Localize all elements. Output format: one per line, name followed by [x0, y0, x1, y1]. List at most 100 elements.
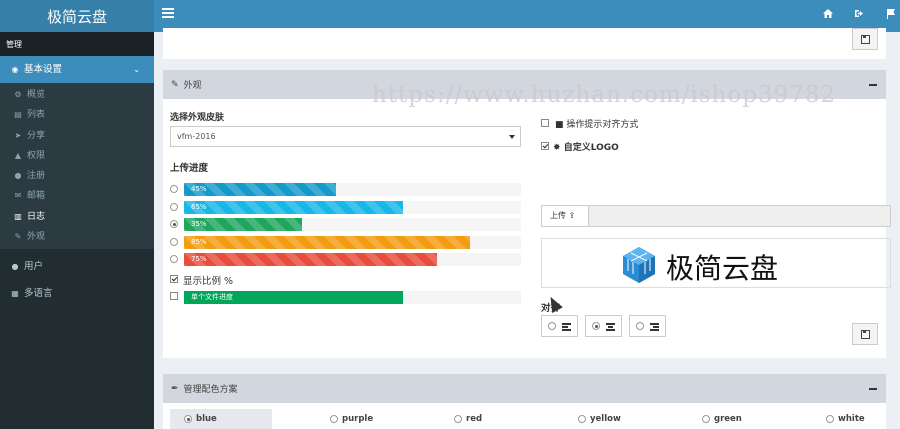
progress-bar: 65%: [184, 200, 404, 214]
show-percent-label: 显示比例 %: [183, 276, 234, 287]
floppy-icon: [860, 34, 870, 44]
save-button[interactable]: [852, 28, 878, 50]
align-center-option[interactable]: [585, 315, 622, 337]
skin-select-value: vfm-2016: [177, 132, 216, 141]
skin-label: 选择外观皮肤: [170, 113, 225, 123]
sidebar-item-label: 日志: [27, 211, 46, 222]
align-right-option[interactable]: [629, 315, 666, 337]
progress-track: 35%: [184, 218, 521, 231]
sidebar-item-share[interactable]: ➤ 分享: [0, 126, 154, 146]
progress-track: 85%: [184, 235, 521, 249]
align-center-radio[interactable]: [592, 322, 600, 330]
menu-toggle-icon[interactable]: [162, 8, 174, 20]
custom-logo-checkbox[interactable]: [541, 142, 549, 150]
color-option-radio[interactable]: [184, 415, 192, 423]
custom-logo-label: 自定义LOGO: [563, 143, 619, 153]
align-right-radio[interactable]: [636, 322, 644, 330]
home-icon[interactable]: [821, 9, 835, 23]
sidebar-item-label: 邮箱: [27, 191, 46, 202]
progress-bar-label: 85%: [191, 237, 207, 246]
sidebar-item-log[interactable]: ▥ 日志: [0, 207, 154, 227]
tooltip-align-row: ■ 操作提示对齐方式: [555, 117, 638, 130]
align-center-icon: [606, 323, 615, 332]
flag-icon[interactable]: [884, 9, 898, 23]
tooltip-align-checkbox[interactable]: [541, 119, 549, 127]
logo-preview: 极简云盘: [541, 238, 891, 288]
box-title: 外观: [183, 81, 202, 91]
sign-out-icon[interactable]: [853, 9, 867, 23]
color-option-red[interactable]: red: [418, 409, 508, 429]
caret-down-icon: [509, 135, 515, 139]
previous-settings-box: [163, 28, 886, 59]
sidebar-item-label: 多语言: [24, 288, 53, 300]
sidebar-item-list[interactable]: ▤ 列表: [0, 105, 154, 125]
color-scheme-box: ✒ 管理配色方案 blue purple red yellow green white: [163, 374, 886, 429]
sidebar-item-basic-settings[interactable]: ◉ 基本设置 ⌄: [0, 56, 154, 83]
sidebar-item-permissions[interactable]: ▲ 权限: [0, 146, 154, 166]
color-option-white[interactable]: white: [790, 409, 880, 429]
color-option-blue[interactable]: blue: [170, 409, 272, 429]
color-option-radio[interactable]: [702, 415, 710, 423]
list-icon: ▤: [14, 110, 22, 120]
progress-option-radio[interactable]: [170, 185, 178, 193]
sidebar-item-register[interactable]: ● 注册: [0, 166, 154, 186]
align-left-radio[interactable]: [548, 322, 556, 330]
sidebar-item-language[interactable]: ▦ 多语言: [0, 280, 154, 307]
sidebar-item-label: 列表: [27, 110, 46, 121]
custom-logo-row: ✸ 自定义LOGO: [553, 140, 619, 153]
color-option-label: yellow: [590, 414, 621, 424]
color-option-radio[interactable]: [454, 415, 462, 423]
sidebar-header: 管理: [0, 32, 154, 56]
color-option-radio[interactable]: [826, 415, 834, 423]
progress-track: 65%: [184, 200, 521, 214]
progress-bar-label: 35%: [191, 220, 207, 228]
skin-select[interactable]: vfm-2016: [170, 126, 521, 147]
sidebar-item-label: 分享: [27, 130, 46, 141]
progress-bar: 85%: [184, 235, 471, 249]
sidebar-item-users[interactable]: ● 用户: [0, 253, 154, 280]
color-option-radio[interactable]: [578, 415, 586, 423]
save-appearance-button[interactable]: [852, 323, 878, 345]
cube-logo-icon: [623, 247, 655, 283]
sidebar-item-label: 用户: [24, 261, 44, 273]
graduation-cap-icon: ▲: [14, 150, 22, 160]
paint-brush-icon: ✎: [14, 232, 22, 242]
progress-option-radio[interactable]: [170, 237, 178, 246]
collapse-icon[interactable]: [869, 83, 877, 86]
sidebar-item-label: 基本设置: [24, 64, 63, 75]
color-option-green[interactable]: green: [666, 409, 756, 429]
show-percent-checkbox[interactable]: [170, 275, 178, 283]
progress-option-radio[interactable]: [170, 220, 178, 228]
single-file-track: 单个文件进度: [184, 291, 521, 304]
upload-field[interactable]: 上传 ⇪: [541, 205, 891, 227]
sidebar-item-label: 外观: [27, 232, 46, 243]
logo-text: 极简云盘: [666, 252, 779, 285]
brand-title[interactable]: 极简云盘: [0, 0, 154, 32]
language-icon: ▦: [11, 289, 19, 299]
progress-option-radio[interactable]: [170, 202, 178, 211]
align-left-option[interactable]: [541, 315, 578, 337]
tooltip-align-label: 操作提示对齐方式: [566, 120, 639, 130]
single-file-checkbox[interactable]: [170, 292, 178, 300]
sidebar-item-overview[interactable]: ⚙ 概览: [0, 85, 154, 105]
color-option-label: green: [714, 414, 742, 424]
upload-icon: ⇪: [568, 211, 576, 220]
box-title: 管理配色方案: [183, 385, 238, 395]
progress-bar-label: 45%: [191, 185, 207, 193]
sidebar-item-appearance[interactable]: ✎ 外观: [0, 227, 154, 247]
upload-button[interactable]: 上传 ⇪: [542, 206, 589, 226]
envelope-icon: ✉: [14, 191, 22, 201]
collapse-icon[interactable]: [869, 387, 877, 390]
chevron-down-icon: ⌄: [133, 65, 140, 74]
color-scheme-options: blue purple red yellow green white: [163, 409, 886, 429]
sidebar-item-email[interactable]: ✉ 邮箱: [0, 186, 154, 206]
align-right-icon: [650, 323, 659, 332]
color-option-radio[interactable]: [330, 415, 338, 423]
progress-option-radio[interactable]: [170, 255, 178, 263]
progress-track: 45%: [184, 183, 521, 196]
color-option-yellow[interactable]: yellow: [542, 409, 632, 429]
sidebar: 管理 ◉ 基本设置 ⌄ ⚙ 概览 ▤ 列表 ➤ 分享 ▲ 权限 ● 注册 ✉ 邮箱 ▥ 日志 …: [0, 32, 154, 429]
color-option-purple[interactable]: purple: [294, 409, 384, 429]
user-plus-icon: ●: [14, 171, 22, 181]
progress-bar: 35%: [184, 218, 302, 231]
